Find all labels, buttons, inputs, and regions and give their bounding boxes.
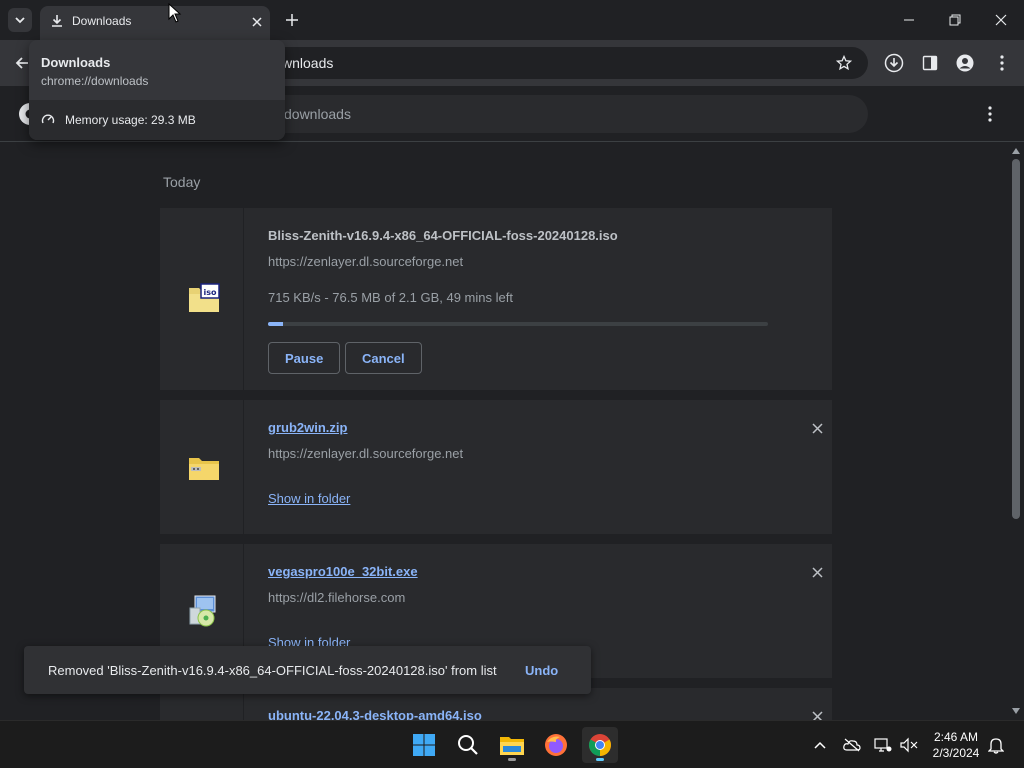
remove-from-list-button[interactable] (808, 563, 826, 581)
download-item: iso Bliss-Zenith-v16.9.4-x86_64-OFFICIAL… (160, 208, 832, 390)
bookmark-button[interactable] (832, 51, 856, 75)
close-icon (811, 710, 823, 720)
tray-network[interactable] (873, 735, 893, 755)
arrow-left-icon (15, 57, 28, 69)
zip-folder-icon (187, 452, 221, 484)
download-status: 715 KB/s - 76.5 MB of 2.1 GB, 49 mins le… (268, 290, 513, 305)
removed-toast: Removed 'Bliss-Zenith-v16.9.4-x86_64-OFF… (24, 646, 591, 694)
tab-close-button[interactable] (248, 13, 266, 31)
show-in-folder-link[interactable]: Show in folder (268, 491, 350, 506)
close-icon (995, 14, 1007, 26)
download-source-url: https://zenlayer.dl.sourceforge.net (268, 446, 464, 461)
taskbar-firefox[interactable] (538, 727, 574, 763)
clock-date: 2/3/2024 (932, 746, 980, 760)
page-scrollbar[interactable] (1008, 143, 1024, 720)
title-bar: Downloads (0, 0, 1024, 40)
close-icon (811, 566, 823, 578)
side-panel-icon (922, 55, 938, 71)
taskbar-search-button[interactable] (450, 727, 486, 763)
taskbar-chrome[interactable] (582, 727, 618, 763)
tab-search-button[interactable] (8, 8, 32, 32)
taskbar-file-explorer[interactable] (494, 727, 530, 763)
more-vertical-icon (1000, 55, 1004, 71)
downloads-list: Today iso Bliss-Zenith-v16.9.4-x86_64-OF… (0, 143, 1008, 720)
hover-card-url: chrome://downloads (41, 74, 149, 88)
windows-taskbar: 2:46 AM 2/3/2024 (0, 720, 1024, 768)
restore-icon (949, 14, 961, 26)
close-icon (811, 422, 823, 434)
minimize-icon (904, 19, 914, 21)
download-progress-bar (268, 322, 768, 326)
installer-icon (187, 594, 221, 627)
tray-overflow-button[interactable] (810, 735, 830, 755)
notification-button[interactable] (986, 735, 1006, 755)
tab-downloads[interactable]: Downloads (40, 6, 270, 40)
pause-button[interactable]: Pause (268, 342, 341, 374)
download-progress-fill (268, 322, 283, 326)
profile-button[interactable] (953, 51, 977, 75)
downloads-search-input[interactable]: downloads (248, 95, 868, 133)
restore-button[interactable] (943, 8, 967, 32)
download-filename-link[interactable]: grub2win.zip (268, 420, 347, 435)
address-bar[interactable]: wnloads (248, 47, 868, 79)
memory-usage-text: Memory usage: 29.3 MB (65, 113, 196, 127)
new-tab-button[interactable] (282, 10, 302, 30)
cancel-button[interactable]: Cancel (345, 342, 422, 374)
cloud-offline-icon (843, 738, 861, 752)
bell-icon (988, 738, 1004, 754)
download-filename-link[interactable]: vegaspro100e_32bit.exe (268, 564, 418, 579)
scroll-down-arrow-icon[interactable] (1011, 706, 1021, 716)
undo-button[interactable]: Undo (525, 663, 558, 678)
close-window-button[interactable] (989, 8, 1013, 32)
date-group-label: Today (163, 174, 201, 190)
search-icon (458, 735, 478, 755)
tab-title: Downloads (72, 14, 132, 28)
more-vertical-icon (988, 106, 992, 122)
taskbar-clock[interactable]: 2:46 AM 2/3/2024 (924, 729, 988, 761)
windows-logo-icon (413, 734, 435, 756)
network-icon (874, 738, 892, 752)
download-filename-link[interactable]: ubuntu-22.04.3-desktop-amd64.iso (268, 708, 482, 720)
firefox-icon (545, 734, 567, 756)
search-placeholder: downloads (284, 106, 351, 122)
remove-from-list-button[interactable] (808, 707, 826, 720)
folder-icon (500, 737, 524, 755)
scroll-up-arrow-icon[interactable] (1011, 146, 1021, 156)
tab-hover-card: Downloads chrome://downloads Memory usag… (29, 40, 285, 140)
chevron-down-icon (15, 17, 25, 24)
download-circle-icon (884, 53, 904, 73)
clock-time: 2:46 AM (933, 730, 979, 744)
download-source-url: https://zenlayer.dl.sourceforge.net (268, 254, 464, 269)
plus-icon (286, 14, 298, 26)
chrome-menu-button[interactable] (990, 51, 1014, 75)
minimize-button[interactable] (897, 8, 921, 32)
side-panel-button[interactable] (918, 51, 942, 75)
downloads-button[interactable] (882, 51, 906, 75)
close-icon (252, 17, 262, 27)
address-text: wnloads (282, 55, 334, 71)
star-icon (836, 55, 852, 71)
tray-volume[interactable] (899, 735, 919, 755)
download-filename: Bliss-Zenith-v16.9.4-x86_64-OFFICIAL-fos… (268, 228, 618, 243)
download-source-url: https://dl2.filehorse.com (268, 590, 406, 605)
profile-icon (956, 54, 974, 72)
scrollbar-thumb[interactable] (1012, 159, 1020, 519)
tray-onedrive[interactable] (842, 735, 862, 755)
mouse-cursor-icon (168, 3, 182, 23)
download-icon (50, 14, 64, 33)
remove-from-list-button[interactable] (808, 419, 826, 437)
chevron-up-icon (814, 741, 826, 749)
speaker-muted-icon (900, 737, 918, 753)
iso-file-icon: iso (187, 282, 221, 314)
toast-message: Removed 'Bliss-Zenith-v16.9.4-x86_64-OFF… (48, 663, 497, 678)
start-button[interactable] (406, 727, 442, 763)
downloads-menu-button[interactable] (980, 104, 1000, 124)
hover-card-title: Downloads (41, 55, 111, 70)
svg-text:iso: iso (204, 288, 218, 297)
chrome-icon (589, 734, 611, 756)
download-item: grub2win.zip https://zenlayer.dl.sourcef… (160, 400, 832, 534)
memory-gauge-icon (41, 112, 55, 131)
